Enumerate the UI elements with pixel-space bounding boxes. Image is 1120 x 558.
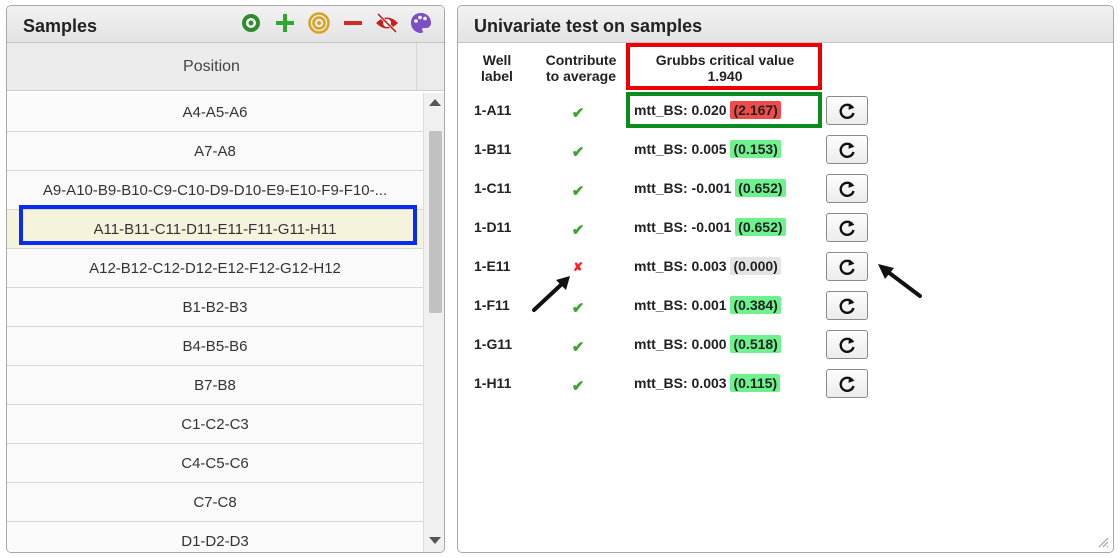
well-label-cell: 1-H11 bbox=[474, 375, 512, 391]
scroll-down-arrow-icon[interactable] bbox=[429, 537, 441, 544]
palette-icon[interactable] bbox=[408, 10, 434, 36]
list-item[interactable]: A7-A8 bbox=[7, 132, 423, 171]
refresh-icon bbox=[837, 257, 857, 277]
list-item[interactable]: B1-B2-B3 bbox=[7, 288, 423, 327]
list-item[interactable]: B7-B8 bbox=[7, 366, 423, 405]
grubbs-score-badge: (0.518) bbox=[730, 335, 781, 353]
measure-cell: mtt_BS: 0.003 (0.115) bbox=[634, 374, 781, 392]
grubbs-score-badge: (0.000) bbox=[730, 257, 781, 275]
samples-scrollbar[interactable] bbox=[423, 93, 444, 552]
grubbs-score-badge: (0.652) bbox=[735, 179, 786, 197]
measure-cell: mtt_BS: 0.020 (2.167) bbox=[634, 101, 781, 119]
list-item-selected[interactable]: A11-B11-C11-D11-E11-F11-G11-H11 bbox=[7, 210, 423, 249]
refresh-icon bbox=[837, 179, 857, 199]
arrow-to-refresh-icon bbox=[878, 264, 922, 298]
refresh-icon bbox=[837, 374, 857, 394]
samples-panel: Samples Position A4-A5-A6 A7-A8 A9-A10-B… bbox=[6, 5, 445, 553]
well-label-cell: 1-G11 bbox=[474, 336, 513, 352]
resize-grip-icon[interactable] bbox=[1097, 536, 1109, 548]
minus-icon[interactable] bbox=[340, 10, 366, 36]
refresh-icon bbox=[837, 218, 857, 238]
scrollbar-thumb[interactable] bbox=[429, 131, 442, 313]
contribute-header: Contribute to average bbox=[545, 52, 617, 84]
check-icon[interactable]: ✔ bbox=[568, 182, 588, 200]
check-icon[interactable]: ✔ bbox=[568, 338, 588, 356]
check-icon[interactable]: ✔ bbox=[568, 377, 588, 395]
toggle-contribution-button[interactable] bbox=[826, 135, 868, 164]
list-item[interactable]: D1-D2-D3 bbox=[7, 522, 423, 552]
position-column-header[interactable]: Position bbox=[7, 43, 417, 91]
list-item[interactable]: A9-A10-B9-B10-C9-C10-D9-D10-E9-E10-F9-F1… bbox=[7, 171, 423, 210]
list-item[interactable]: C1-C2-C3 bbox=[7, 405, 423, 444]
grubbs-score-badge: (0.153) bbox=[730, 140, 781, 158]
well-label-cell: 1-C11 bbox=[474, 180, 512, 196]
toggle-contribution-button[interactable] bbox=[826, 174, 868, 203]
measure-cell: mtt_BS: 0.001 (0.384) bbox=[634, 296, 781, 314]
target-icon[interactable] bbox=[306, 10, 332, 36]
list-item[interactable]: B4-B5-B6 bbox=[7, 327, 423, 366]
refresh-icon bbox=[837, 296, 857, 316]
measure-value: mtt_BS: -0.001 bbox=[634, 180, 732, 196]
toggle-contribution-button[interactable] bbox=[826, 96, 868, 125]
eye-icon[interactable] bbox=[238, 10, 264, 36]
check-icon[interactable]: ✔ bbox=[568, 143, 588, 161]
toggle-contribution-button[interactable] bbox=[826, 252, 868, 281]
plus-icon[interactable] bbox=[272, 10, 298, 36]
scroll-up-arrow-icon[interactable] bbox=[429, 99, 441, 106]
measure-cell: mtt_BS: 0.000 (0.518) bbox=[634, 335, 781, 353]
measure-cell: mtt_BS: 0.003 (0.000) bbox=[634, 257, 781, 275]
list-item[interactable]: C4-C5-C6 bbox=[7, 444, 423, 483]
grubbs-score-badge: (0.115) bbox=[730, 374, 781, 392]
samples-panel-header: Samples bbox=[7, 6, 444, 43]
toggle-contribution-button[interactable] bbox=[826, 291, 868, 320]
grubbs-header: Grubbs critical value 1.940 bbox=[655, 52, 795, 84]
eye-off-icon[interactable] bbox=[374, 10, 400, 36]
list-item[interactable]: C7-C8 bbox=[7, 483, 423, 522]
grubbs-score-badge: (2.167) bbox=[730, 101, 781, 119]
toggle-contribution-button[interactable] bbox=[826, 213, 868, 242]
check-icon[interactable]: ✔ bbox=[568, 299, 588, 317]
measure-cell: mtt_BS: 0.005 (0.153) bbox=[634, 140, 781, 158]
measure-value: mtt_BS: 0.005 bbox=[634, 141, 727, 157]
well-label-cell: 1-D11 bbox=[474, 219, 512, 235]
well-label-cell: 1-A11 bbox=[474, 102, 512, 118]
check-icon[interactable]: ✔ bbox=[568, 221, 588, 239]
measure-value: mtt_BS: 0.000 bbox=[634, 336, 727, 352]
measure-cell: mtt_BS: -0.001 (0.652) bbox=[634, 218, 786, 236]
column-header-spacer bbox=[417, 43, 444, 91]
grubbs-score-badge: (0.652) bbox=[735, 218, 786, 236]
test-panel-title: Univariate test on samples bbox=[474, 16, 703, 36]
well-label-cell: 1-F11 bbox=[474, 297, 510, 313]
measure-cell: mtt_BS: -0.001 (0.652) bbox=[634, 179, 786, 197]
samples-panel-title: Samples bbox=[23, 16, 98, 36]
samples-toolbar bbox=[238, 10, 434, 36]
measure-value: mtt_BS: 0.020 bbox=[634, 102, 727, 118]
refresh-icon bbox=[837, 140, 857, 160]
measure-value: mtt_BS: 0.003 bbox=[634, 375, 727, 391]
well-label-header: Well label bbox=[481, 52, 513, 84]
grubbs-score-badge: (0.384) bbox=[730, 296, 781, 314]
samples-list: A4-A5-A6 A7-A8 A9-A10-B9-B10-C9-C10-D9-D… bbox=[7, 93, 423, 552]
measure-value: mtt_BS: 0.001 bbox=[634, 297, 727, 313]
list-item[interactable]: A12-B12-C12-D12-E12-F12-G12-H12 bbox=[7, 249, 423, 288]
cross-icon[interactable]: ✘ bbox=[568, 260, 588, 274]
test-panel: Univariate test on samples Well label Co… bbox=[457, 5, 1114, 553]
check-icon[interactable]: ✔ bbox=[568, 104, 588, 122]
measure-value: mtt_BS: -0.001 bbox=[634, 219, 732, 235]
refresh-icon bbox=[837, 335, 857, 355]
refresh-icon bbox=[837, 101, 857, 121]
well-label-cell: 1-B11 bbox=[474, 141, 512, 157]
toggle-contribution-button[interactable] bbox=[826, 330, 868, 359]
test-panel-header: Univariate test on samples bbox=[458, 6, 1113, 43]
list-item[interactable]: A4-A5-A6 bbox=[7, 93, 423, 132]
measure-value: mtt_BS: 0.003 bbox=[634, 258, 727, 274]
toggle-contribution-button[interactable] bbox=[826, 369, 868, 398]
well-label-cell: 1-E11 bbox=[474, 258, 511, 274]
